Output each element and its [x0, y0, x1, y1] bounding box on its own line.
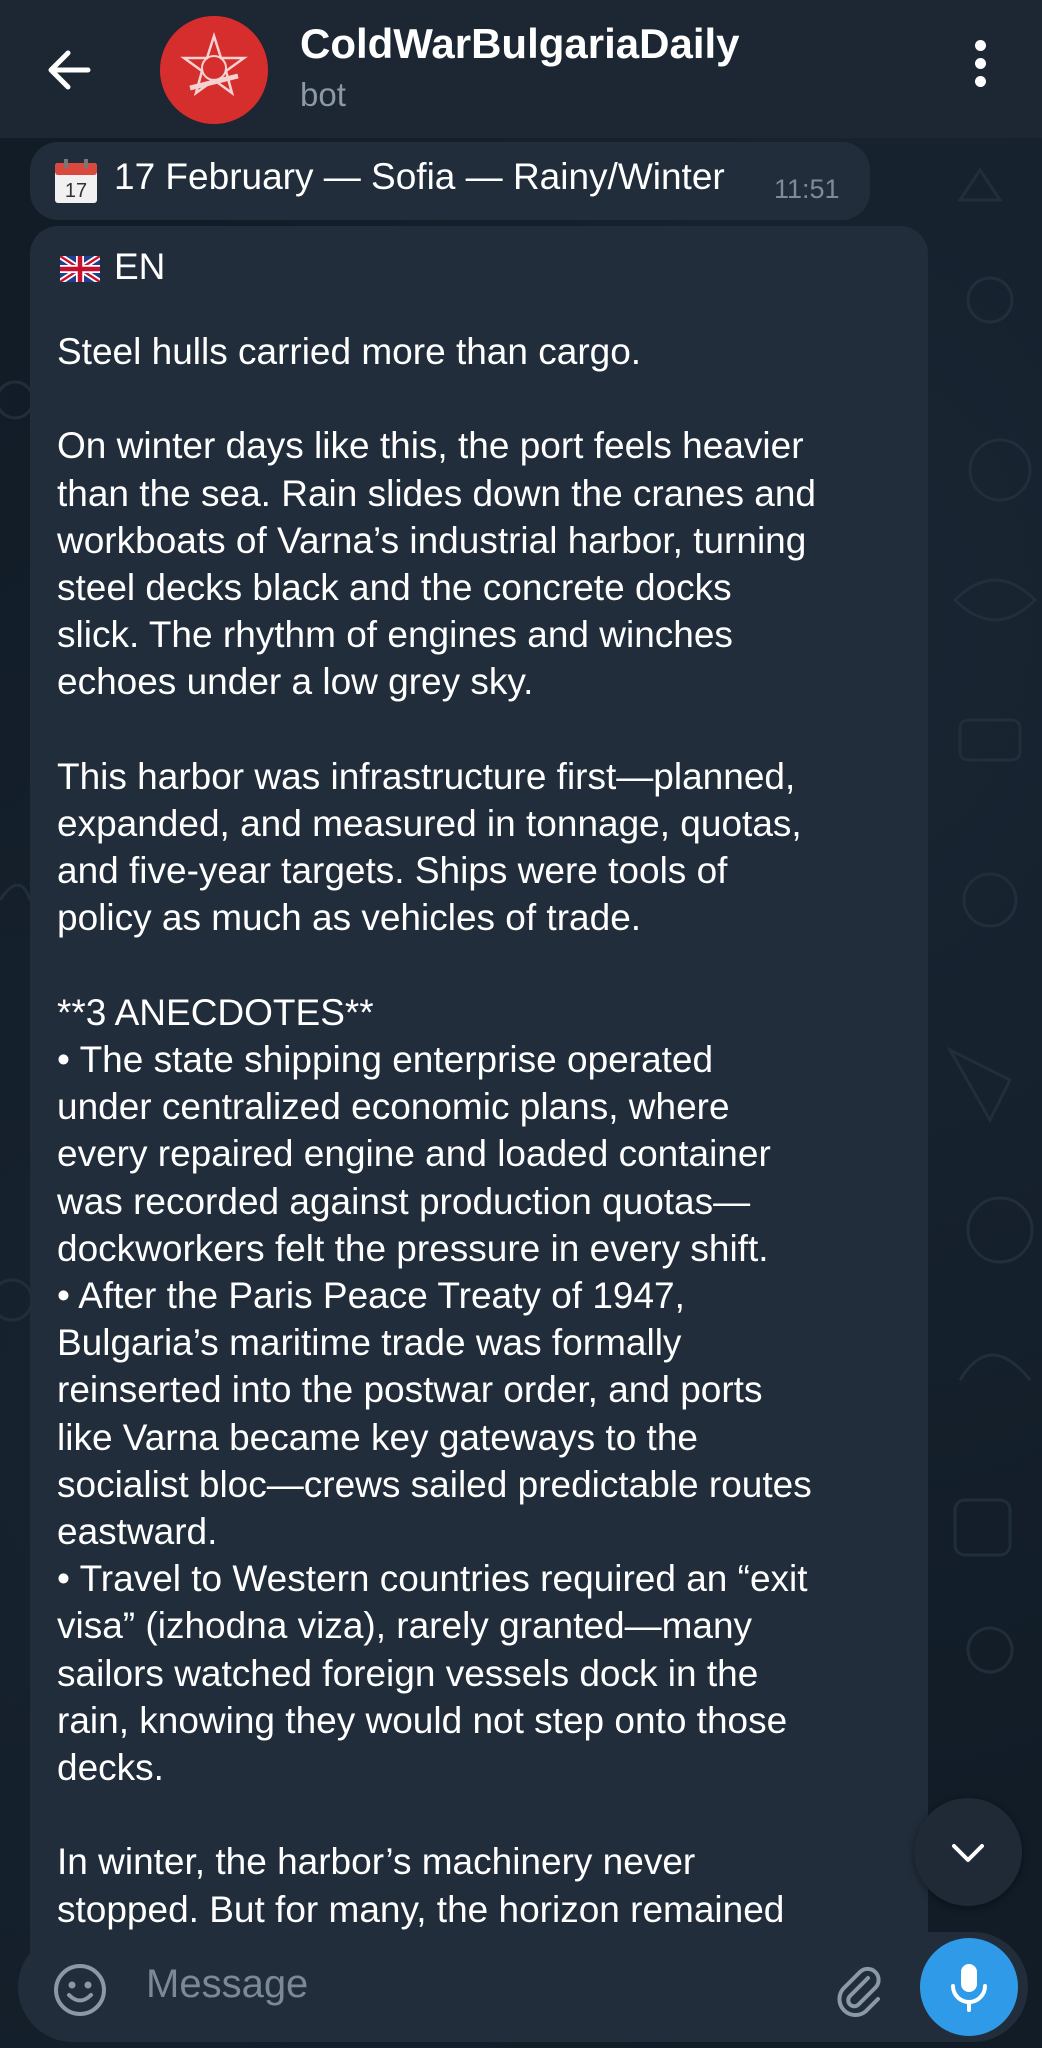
post-message-bubble[interactable]: EN Steel hulls carried more than cargo. O…	[30, 226, 928, 2006]
post-text-line: visa” (izhodna viza), rarely granted—man…	[57, 1605, 753, 1647]
post-text-line: rain, knowing they would not step onto t…	[57, 1699, 788, 1741]
post-text-line: slick. The rhythm of engines and winches	[57, 614, 733, 656]
emoji-button[interactable]	[52, 1962, 108, 2018]
microphone-button[interactable]	[920, 1938, 1018, 2036]
message-composer: Message	[18, 1932, 1028, 2042]
chevron-down-icon	[952, 1844, 984, 1862]
attach-button[interactable]	[828, 1958, 888, 2018]
post-body: Steel hulls carried more than cargo. On w…	[57, 328, 917, 1933]
post-text-line: Bulgaria’s maritime trade was formally	[57, 1322, 682, 1364]
calendar-icon: 17	[55, 159, 97, 203]
post-text-line: workboats of Varna’s industrial harbor, …	[57, 519, 807, 561]
post-text-line: On winter days like this, the port feels…	[57, 425, 804, 467]
post-text-line: dockworkers felt the pressure in every s…	[57, 1227, 769, 1269]
microphone-icon	[951, 1964, 987, 2012]
post-text-line: • The state shipping enterprise operated	[57, 1039, 714, 1080]
message-text: 17 February — Sofia — Rainy/Winter	[114, 156, 725, 197]
chat-subtitle: bot	[300, 76, 346, 113]
language-label: EN	[114, 246, 166, 287]
post-text-line: • After the Paris Peace Treaty of 1947,	[57, 1275, 685, 1317]
post-text-line: **3 ANECDOTES**	[57, 991, 374, 1033]
avatar[interactable]	[160, 16, 268, 124]
uk-flag-icon	[60, 256, 100, 282]
post-text-line: In winter, the harbor’s machinery never	[57, 1841, 696, 1883]
post-text-line: echoes under a low grey sky.	[57, 661, 534, 703]
post-text-line: eastward.	[57, 1511, 218, 1553]
chat-header: ColdWarBulgariaDaily bot	[0, 0, 1042, 138]
post-text-line: This harbor was infrastructure first—pla…	[57, 755, 796, 797]
post-text-line: stopped. But for many, the horizon remai…	[57, 1888, 785, 1930]
post-text-line: every repaired engine and loaded contain…	[57, 1133, 771, 1175]
post-text-line: policy as much as vehicles of trade.	[57, 897, 642, 939]
message-input[interactable]: Message	[146, 1962, 308, 2007]
back-button[interactable]	[36, 36, 104, 104]
post-text-line: like Varna became key gateways to the	[57, 1416, 698, 1458]
bot-logo-icon	[160, 16, 268, 124]
chat-title[interactable]: ColdWarBulgariaDaily	[300, 20, 740, 68]
emoji-icon	[54, 1964, 106, 2016]
arrow-left-icon	[48, 50, 91, 90]
post-text-line: under centralized economic plans, where	[57, 1086, 730, 1128]
message-time: 11:51	[774, 174, 840, 204]
post-text-line: • Travel to Western countries required a…	[57, 1558, 808, 1600]
post-text-line: than the sea. Rain slides down the crane…	[57, 472, 816, 514]
more-options-button[interactable]	[958, 40, 1002, 100]
post-text-line: expanded, and measured in tonnage, quota…	[57, 803, 802, 844]
date-message-bubble[interactable]: 17 17 February — Sofia — Rainy/Winter 11…	[30, 142, 870, 220]
calendar-day: 17	[65, 180, 87, 202]
post-text-line: decks.	[57, 1747, 164, 1789]
scroll-down-button[interactable]	[914, 1798, 1022, 1906]
post-text-line: steel decks black and the concrete docks	[57, 567, 732, 608]
post-text-line: reinserted into the postwar order, and p…	[57, 1369, 763, 1411]
post-text-line: and five-year targets. Ships were tools …	[57, 850, 728, 892]
post-text-line: Steel hulls carried more than cargo.	[57, 331, 642, 372]
post-text-line: sailors watched foreign vessels dock in …	[57, 1652, 759, 1694]
paperclip-icon	[837, 1966, 881, 2017]
more-vertical-icon	[958, 40, 1002, 87]
post-text-line: was recorded against production quotas—	[57, 1180, 751, 1222]
post-text-line: socialist bloc—crews sailed predictable …	[57, 1463, 812, 1505]
